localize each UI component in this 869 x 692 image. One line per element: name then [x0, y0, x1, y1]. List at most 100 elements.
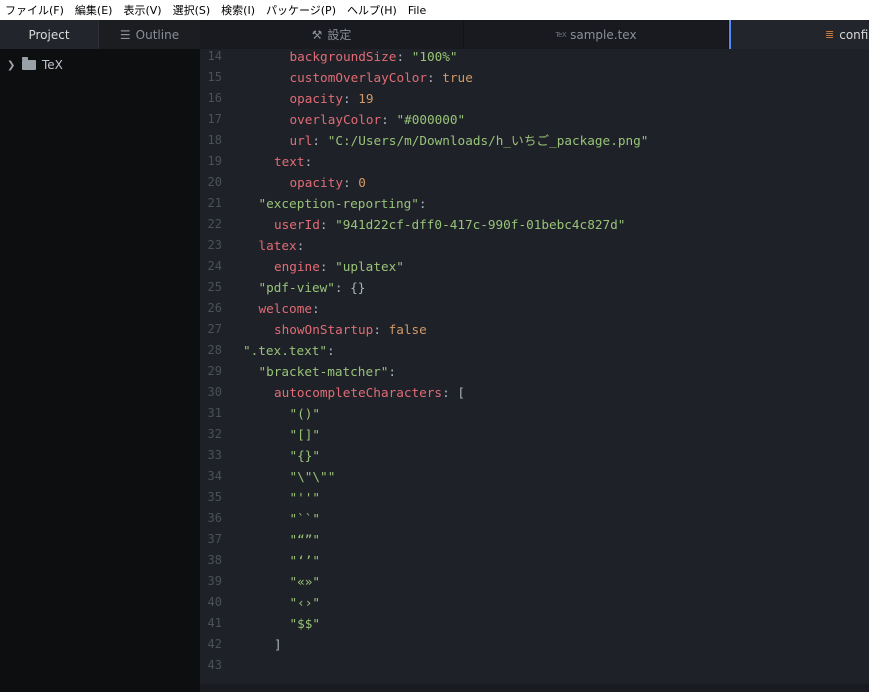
- code-line[interactable]: 31 "()": [200, 403, 869, 424]
- code-text: latex:: [259, 235, 305, 256]
- code-token: "«»": [289, 574, 321, 589]
- tab-config[interactable]: ≣ config: [729, 20, 869, 49]
- code-line[interactable]: 17 overlayColor: "#000000": [200, 109, 869, 130]
- code-token: :: [319, 217, 336, 232]
- menu-edit[interactable]: 編集(E): [70, 2, 119, 18]
- code-line[interactable]: 40 "‹›": [200, 592, 869, 613]
- editor-pane: ⚒ 設定 TeX sample.tex ≣ config 14 backgroun…: [200, 20, 869, 692]
- code-text: "''": [290, 487, 321, 508]
- code-line[interactable]: 20 opacity: 0: [200, 172, 869, 193]
- code-token: :: [311, 301, 320, 316]
- code-token: "941d22cf-dff0-417c-990f-01bebc4c827d": [335, 217, 626, 232]
- code-line[interactable]: 34 "\"\"": [200, 466, 869, 487]
- code-text: "\"\"": [290, 466, 336, 487]
- code-line[interactable]: 25 "pdf-view": {}: [200, 277, 869, 298]
- code-line[interactable]: 30 autocompleteCharacters: [: [200, 382, 869, 403]
- code-text: backgroundSize: "100%": [290, 46, 458, 67]
- code-line[interactable]: 18 url: "C:/Users/m/Downloads/h_いちご_packa…: [200, 130, 869, 151]
- code-text: showOnStartup: false: [274, 319, 427, 340]
- code-line[interactable]: 35 "''": [200, 487, 869, 508]
- line-number: 27: [207, 322, 222, 336]
- line-number: 31: [207, 406, 222, 420]
- line-number: 43: [207, 658, 222, 672]
- code-line[interactable]: 29 "bracket-matcher":: [200, 361, 869, 382]
- code-token: "pdf-view": [258, 280, 335, 295]
- code-line[interactable]: 39 "«»": [200, 571, 869, 592]
- line-number: 30: [207, 385, 222, 399]
- tab-sample-tex[interactable]: TeX sample.tex: [464, 20, 729, 49]
- horizontal-scrollbar[interactable]: [200, 684, 869, 692]
- code-token: "“”": [289, 532, 321, 547]
- code-text: "$$": [290, 613, 321, 634]
- code-line[interactable]: 41 "$$": [200, 613, 869, 634]
- code-token: 0: [358, 175, 366, 190]
- code-text: text:: [274, 151, 312, 172]
- code-token: "$$": [289, 616, 321, 631]
- menu-file[interactable]: File: [403, 4, 432, 17]
- code-line[interactable]: 24 engine: "uplatex": [200, 256, 869, 277]
- code-token: autocompleteCharacters: [274, 385, 443, 400]
- code-token: true: [442, 70, 473, 85]
- code-line[interactable]: 36 "``": [200, 508, 869, 529]
- code-token: "uplatex": [335, 259, 404, 274]
- code-line[interactable]: 32 "[]": [200, 424, 869, 445]
- code-token: "''": [289, 490, 321, 505]
- database-icon: ≣: [825, 28, 835, 41]
- code-token: :: [319, 259, 336, 274]
- code-token: :: [296, 238, 305, 253]
- code-token: userId: [274, 217, 320, 232]
- code-line[interactable]: 19 text:: [200, 151, 869, 172]
- code-text: userId: "941d22cf-dff0-417c-990f-01bebc4…: [274, 214, 625, 235]
- code-text: "bracket-matcher":: [259, 361, 397, 382]
- line-number: 21: [207, 196, 222, 210]
- tree-folder-tex[interactable]: ❯ TeX: [0, 56, 200, 74]
- editor-tab-bar: ⚒ 設定 TeX sample.tex ≣ config: [200, 20, 869, 49]
- tab-settings-label: 設定: [327, 28, 352, 42]
- code-line[interactable]: 43: [200, 655, 869, 676]
- code-line[interactable]: 42]: [200, 634, 869, 655]
- code-line[interactable]: 22 userId: "941d22cf-dff0-417c-990f-01beb…: [200, 214, 869, 235]
- line-number: 35: [207, 490, 222, 504]
- code-token: :: [427, 70, 443, 85]
- code-line[interactable]: 16 opacity: 19: [200, 88, 869, 109]
- code-token: "\"\"": [289, 469, 336, 484]
- code-line[interactable]: 15 customOverlayColor: true: [200, 67, 869, 88]
- line-number: 29: [207, 364, 222, 378]
- code-token: "‘’": [289, 553, 321, 568]
- code-text: "‹›": [290, 592, 321, 613]
- code-text: "[]": [290, 424, 321, 445]
- menu-find[interactable]: 検索(I): [216, 2, 261, 18]
- code-line[interactable]: 38 "‘’": [200, 550, 869, 571]
- code-line[interactable]: 26 welcome:: [200, 298, 869, 319]
- tab-project[interactable]: Project: [0, 20, 99, 49]
- code-token: :: [373, 322, 389, 337]
- code-token: :: [342, 91, 359, 106]
- code-token: : [: [442, 385, 465, 400]
- line-number: 38: [207, 553, 222, 567]
- list-icon: ☰: [119, 27, 131, 42]
- code-line[interactable]: 28 ".tex.text":: [200, 340, 869, 361]
- code-text: overlayColor: "#000000": [290, 109, 466, 130]
- code-line[interactable]: 23 latex:: [200, 235, 869, 256]
- menu-selection[interactable]: 選択(S): [168, 2, 217, 18]
- menu-file-jp[interactable]: ファイル(F): [0, 2, 70, 18]
- chevron-right-icon[interactable]: ❯: [7, 60, 17, 71]
- code-line[interactable]: 21 "exception-reporting":: [200, 193, 869, 214]
- code-token: :: [327, 343, 335, 358]
- code-text: "``": [290, 508, 321, 529]
- menu-packages[interactable]: パッケージ(P): [261, 2, 342, 18]
- line-number: 32: [207, 427, 222, 441]
- line-number: 19: [207, 154, 222, 168]
- code-line[interactable]: 27 showOnStartup: false: [200, 319, 869, 340]
- code-line[interactable]: 14 backgroundSize: "100%": [200, 46, 869, 67]
- code-text: customOverlayColor: true: [290, 67, 473, 88]
- code-text: opacity: 19: [290, 88, 374, 109]
- menu-help[interactable]: ヘルプ(H): [342, 2, 403, 18]
- tab-outline[interactable]: ☰ Outline: [99, 20, 200, 49]
- code-line[interactable]: 33 "{}": [200, 445, 869, 466]
- code-line[interactable]: 37 "“”": [200, 529, 869, 550]
- tab-settings[interactable]: ⚒ 設定: [200, 20, 464, 49]
- line-number: 15: [207, 70, 222, 84]
- menu-view[interactable]: 表示(V): [118, 2, 167, 18]
- code-token: "C:/Users/m/Downloads/h_いちご_package.png": [327, 133, 649, 148]
